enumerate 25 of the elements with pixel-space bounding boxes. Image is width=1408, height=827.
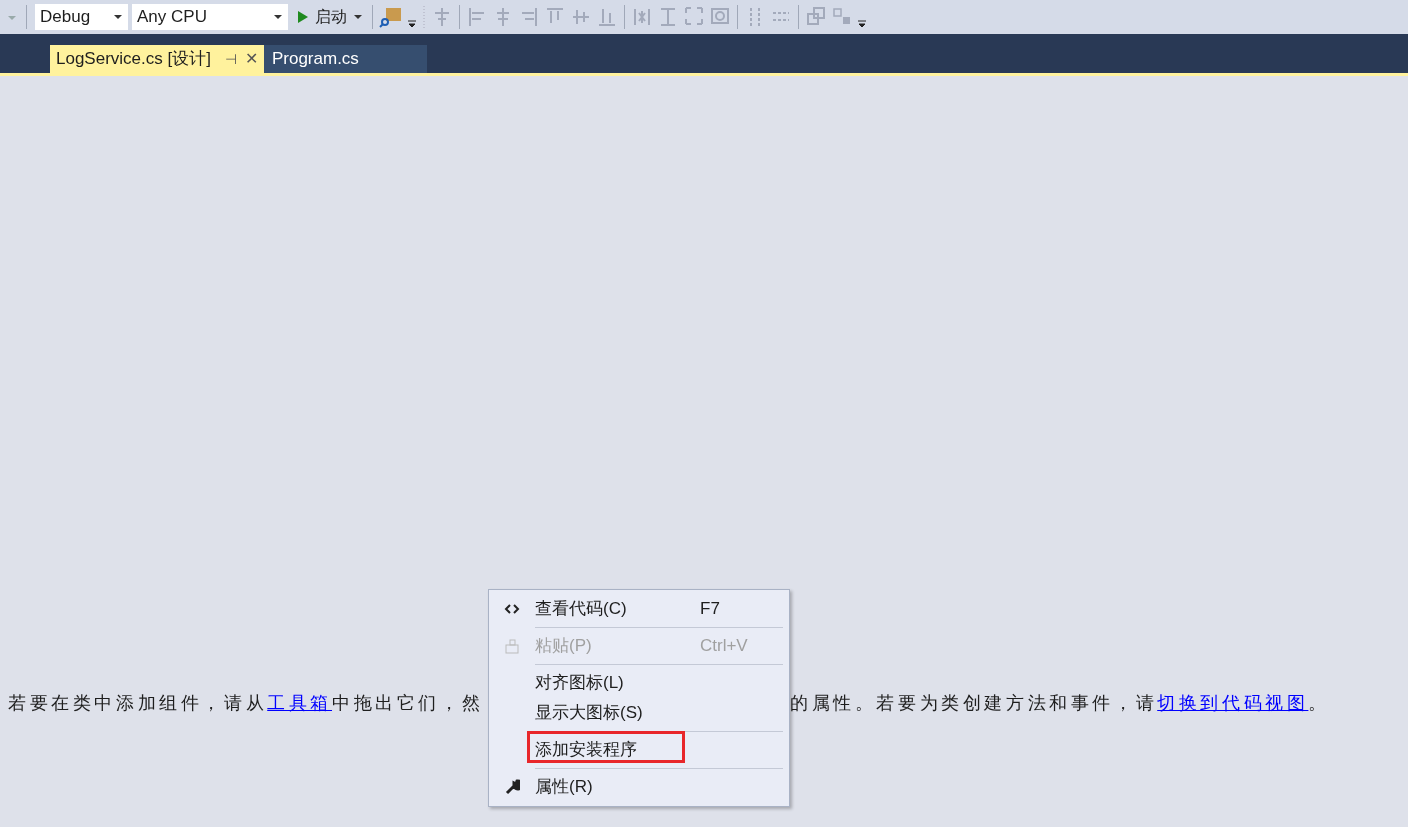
hint-link[interactable]: 切换到代码视图 bbox=[1157, 693, 1309, 713]
find-folder-icon[interactable] bbox=[377, 5, 403, 29]
menu-item[interactable]: 显示大图标(S) bbox=[489, 698, 789, 728]
hint-text: 的属性。若要为类创建方法和事件，请 bbox=[790, 693, 1158, 713]
clipboard-icon bbox=[504, 638, 520, 654]
dropdown-arrow-icon bbox=[353, 12, 363, 22]
document-tab[interactable]: LogService.cs [设计] ⊣ ✕ bbox=[50, 45, 264, 73]
dropdown-arrow-icon bbox=[113, 12, 123, 22]
grip-icon bbox=[421, 4, 427, 30]
hint-text: 中拖出它们，然 bbox=[332, 693, 484, 713]
menu-item[interactable]: 对齐图标(L) bbox=[489, 668, 789, 698]
dropdown-arrow-icon bbox=[273, 12, 283, 22]
close-icon[interactable]: ✕ bbox=[244, 47, 258, 71]
pin-icon[interactable]: ⊣ bbox=[224, 48, 237, 70]
menu-item[interactable]: 查看代码(C) F7 bbox=[489, 594, 789, 624]
menu-item[interactable]: 添加安装程序 bbox=[489, 735, 789, 765]
platform-dropdown[interactable]: Any CPU bbox=[132, 4, 288, 30]
hint-link[interactable]: 工具箱 bbox=[267, 693, 332, 713]
start-button[interactable]: 启动 bbox=[292, 4, 368, 30]
menu-item[interactable]: 属性(R) bbox=[489, 772, 789, 802]
play-icon bbox=[297, 10, 309, 24]
document-tab[interactable]: Program.cs bbox=[263, 45, 427, 73]
hint-text: 若要在类中添加组件，请从 bbox=[8, 693, 268, 713]
configuration-dropdown[interactable]: Debug bbox=[35, 4, 128, 30]
hint-text: 。 bbox=[1308, 693, 1330, 713]
